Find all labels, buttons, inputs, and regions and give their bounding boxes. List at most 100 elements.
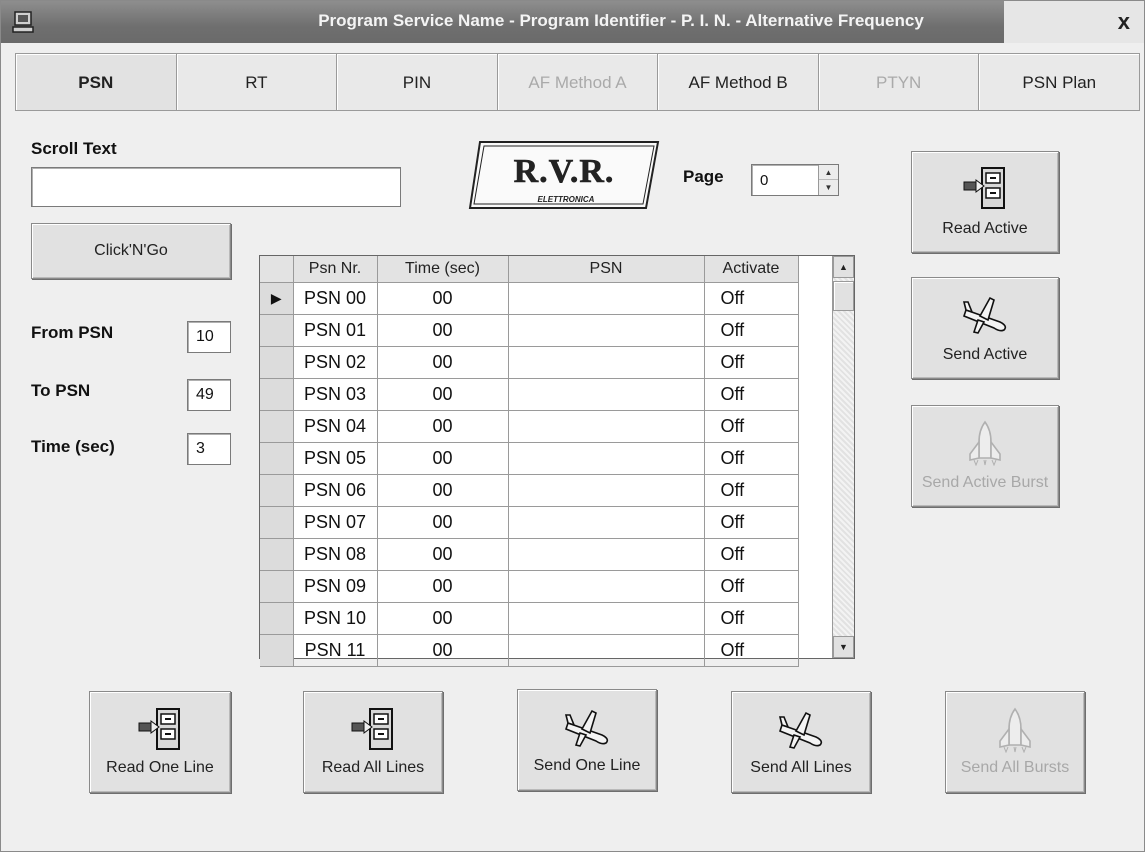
cell-time[interactable]: 00 — [377, 634, 509, 667]
spinner-up-icon[interactable]: ▲ — [819, 165, 838, 180]
scroll-text-input[interactable] — [31, 167, 401, 207]
cell-psn-nr[interactable]: PSN 09 — [293, 570, 378, 603]
cell-activate[interactable]: Off — [704, 410, 799, 443]
row-indicator[interactable] — [260, 378, 294, 411]
row-indicator[interactable] — [260, 314, 294, 347]
tab-psn-plan[interactable]: PSN Plan — [978, 53, 1141, 111]
read-active-button[interactable]: Read Active — [911, 151, 1059, 253]
cell-activate[interactable]: Off — [704, 314, 799, 347]
scroll-thumb[interactable] — [833, 281, 854, 311]
cell-activate[interactable]: Off — [704, 282, 799, 315]
cell-activate[interactable]: Off — [704, 378, 799, 411]
cell-psn-nr[interactable]: PSN 03 — [293, 378, 378, 411]
send-one-line-button[interactable]: Send One Line — [517, 689, 657, 791]
scroll-down-icon[interactable]: ▼ — [833, 636, 854, 658]
row-indicator[interactable]: ▶ — [260, 282, 294, 315]
table-row[interactable]: PSN 06 00 Off — [260, 474, 799, 507]
table-row[interactable]: PSN 01 00 Off — [260, 314, 799, 347]
cell-activate[interactable]: Off — [704, 634, 799, 667]
cell-time[interactable]: 00 — [377, 474, 509, 507]
table-row[interactable]: PSN 11 00 Off — [260, 634, 799, 667]
psn-grid[interactable]: Psn Nr. Time (sec) PSN Activate ▶ PSN 00 0… — [259, 255, 855, 667]
cell-psn[interactable] — [508, 570, 705, 603]
table-row[interactable]: ▶ PSN 00 00 Off — [260, 282, 799, 315]
cell-psn-nr[interactable]: PSN 10 — [293, 602, 378, 635]
cell-time[interactable]: 00 — [377, 314, 509, 347]
cell-psn-nr[interactable]: PSN 11 — [293, 634, 378, 667]
cell-psn[interactable] — [508, 474, 705, 507]
cell-psn-nr[interactable]: PSN 04 — [293, 410, 378, 443]
cell-time[interactable]: 00 — [377, 346, 509, 379]
cell-time[interactable]: 00 — [377, 538, 509, 571]
cell-activate[interactable]: Off — [704, 570, 799, 603]
table-row[interactable]: PSN 09 00 Off — [260, 570, 799, 603]
row-indicator[interactable] — [260, 634, 294, 667]
tab-af-method-b[interactable]: AF Method B — [657, 53, 819, 111]
table-row[interactable]: PSN 03 00 Off — [260, 378, 799, 411]
tab-psn[interactable]: PSN — [15, 53, 177, 111]
cell-psn[interactable] — [508, 602, 705, 635]
table-row[interactable]: PSN 08 00 Off — [260, 538, 799, 571]
row-indicator[interactable] — [260, 538, 294, 571]
tab-ptyn[interactable]: PTYN — [817, 53, 980, 111]
cell-psn-nr[interactable]: PSN 05 — [293, 442, 378, 475]
cell-psn[interactable] — [508, 314, 705, 347]
read-all-lines-button[interactable]: Read All Lines — [303, 691, 443, 793]
cell-time[interactable]: 00 — [377, 378, 509, 411]
row-indicator[interactable] — [260, 570, 294, 603]
cell-time[interactable]: 00 — [377, 410, 509, 443]
read-one-line-button[interactable]: Read One Line — [89, 691, 231, 793]
cell-psn-nr[interactable]: PSN 06 — [293, 474, 378, 507]
time-sec-field[interactable]: 3 — [187, 433, 231, 465]
page-spinner[interactable]: 0 ▲ ▼ — [751, 164, 839, 196]
send-active-burst-button[interactable]: Send Active Burst — [911, 405, 1059, 507]
table-row[interactable]: PSN 07 00 Off — [260, 506, 799, 539]
page-value[interactable]: 0 — [760, 172, 768, 189]
header-psn-nr[interactable]: Psn Nr. — [293, 256, 378, 283]
cell-psn-nr[interactable]: PSN 07 — [293, 506, 378, 539]
to-psn-field[interactable]: 49 — [187, 379, 231, 411]
cell-activate[interactable]: Off — [704, 442, 799, 475]
cell-psn[interactable] — [508, 442, 705, 475]
row-indicator[interactable] — [260, 602, 294, 635]
cell-activate[interactable]: Off — [704, 602, 799, 635]
cell-time[interactable]: 00 — [377, 282, 509, 315]
cell-psn-nr[interactable]: PSN 00 — [293, 282, 378, 315]
scroll-up-icon[interactable]: ▲ — [833, 256, 854, 278]
cell-activate[interactable]: Off — [704, 346, 799, 379]
cell-psn[interactable] — [508, 410, 705, 443]
cell-activate[interactable]: Off — [704, 474, 799, 507]
row-indicator[interactable] — [260, 346, 294, 379]
cell-psn-nr[interactable]: PSN 08 — [293, 538, 378, 571]
cell-psn[interactable] — [508, 634, 705, 667]
grid-scrollbar[interactable]: ▲ ▼ — [832, 256, 854, 658]
table-row[interactable]: PSN 10 00 Off — [260, 602, 799, 635]
from-psn-field[interactable]: 10 — [187, 321, 231, 353]
cell-time[interactable]: 00 — [377, 442, 509, 475]
cell-psn[interactable] — [508, 282, 705, 315]
cell-psn[interactable] — [508, 346, 705, 379]
table-row[interactable]: PSN 04 00 Off — [260, 410, 799, 443]
cell-psn-nr[interactable]: PSN 02 — [293, 346, 378, 379]
cell-time[interactable]: 00 — [377, 570, 509, 603]
tab-af-method-a[interactable]: AF Method A — [496, 53, 659, 111]
cell-time[interactable]: 00 — [377, 602, 509, 635]
tab-pin[interactable]: PIN — [336, 53, 498, 111]
cell-time[interactable]: 00 — [377, 506, 509, 539]
table-row[interactable]: PSN 05 00 Off — [260, 442, 799, 475]
send-active-button[interactable]: Send Active — [911, 277, 1059, 379]
row-indicator[interactable] — [260, 474, 294, 507]
cell-psn[interactable] — [508, 538, 705, 571]
close-button[interactable]: x — [1118, 9, 1130, 35]
table-row[interactable]: PSN 02 00 Off — [260, 346, 799, 379]
cell-activate[interactable]: Off — [704, 506, 799, 539]
send-all-bursts-button[interactable]: Send All Bursts — [945, 691, 1085, 793]
title-bar[interactable]: Program Service Name - Program Identifie… — [1, 1, 1144, 43]
click-n-go-button[interactable]: Click'N'Go — [31, 223, 231, 279]
cell-psn[interactable] — [508, 378, 705, 411]
cell-psn[interactable] — [508, 506, 705, 539]
row-indicator[interactable] — [260, 506, 294, 539]
send-all-lines-button[interactable]: Send All Lines — [731, 691, 871, 793]
tab-rt[interactable]: RT — [175, 53, 338, 111]
cell-psn-nr[interactable]: PSN 01 — [293, 314, 378, 347]
